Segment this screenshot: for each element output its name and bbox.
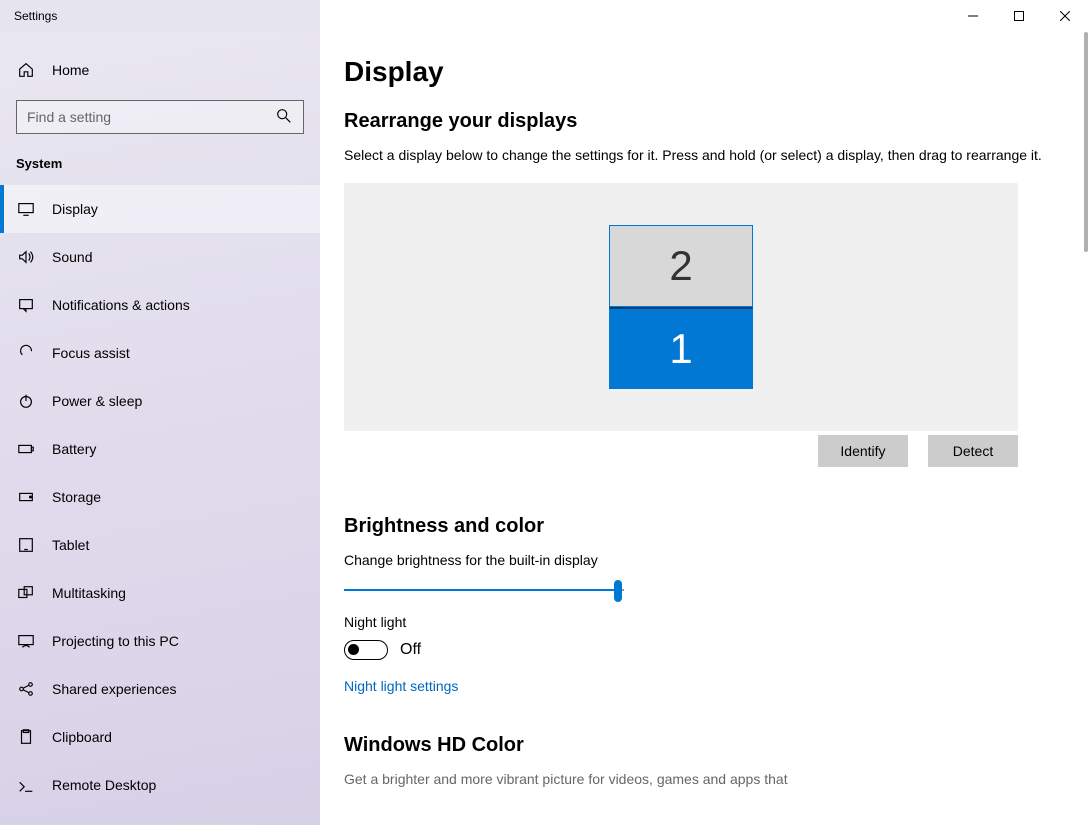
notifications-icon bbox=[16, 295, 36, 315]
page-title: Display bbox=[344, 56, 1064, 88]
nav-label: Sound bbox=[52, 249, 92, 265]
display-arrangement-area[interactable]: 2 1 bbox=[344, 183, 1018, 431]
home-label: Home bbox=[52, 62, 89, 78]
slider-fill bbox=[344, 589, 618, 591]
nav-label: Power & sleep bbox=[52, 393, 142, 409]
content-pane: Display Rearrange your displays Select a… bbox=[320, 32, 1088, 825]
nav-storage[interactable]: Storage bbox=[0, 473, 320, 521]
nav-label: Multitasking bbox=[52, 585, 126, 601]
toggle-knob bbox=[348, 644, 359, 655]
brightness-heading: Brightness and color bbox=[344, 515, 1064, 538]
search-box[interactable] bbox=[16, 100, 304, 134]
rearrange-heading: Rearrange your displays bbox=[344, 110, 1064, 133]
search-input[interactable] bbox=[27, 109, 275, 125]
multitasking-icon bbox=[16, 583, 36, 603]
nav-remote-desktop[interactable]: Remote Desktop bbox=[0, 761, 320, 809]
clipboard-icon bbox=[16, 727, 36, 747]
brightness-slider-label: Change brightness for the built-in displ… bbox=[344, 552, 1064, 568]
home-icon bbox=[16, 60, 36, 80]
focus-assist-icon bbox=[16, 343, 36, 363]
monitor-1[interactable]: 1 bbox=[609, 307, 753, 389]
shared-icon bbox=[16, 679, 36, 699]
sound-icon bbox=[16, 247, 36, 267]
nav-clipboard[interactable]: Clipboard bbox=[0, 713, 320, 761]
nav-label: Shared experiences bbox=[52, 681, 177, 697]
nav-multitasking[interactable]: Multitasking bbox=[0, 569, 320, 617]
slider-thumb[interactable] bbox=[614, 580, 622, 602]
display-buttons: Identify Detect bbox=[344, 435, 1018, 467]
nav-battery[interactable]: Battery bbox=[0, 425, 320, 473]
nav-label: Clipboard bbox=[52, 729, 112, 745]
remote-desktop-icon bbox=[16, 775, 36, 795]
nav-projecting[interactable]: Projecting to this PC bbox=[0, 617, 320, 665]
nav-notifications[interactable]: Notifications & actions bbox=[0, 281, 320, 329]
nav-power-sleep[interactable]: Power & sleep bbox=[0, 377, 320, 425]
brightness-slider[interactable] bbox=[344, 578, 624, 602]
nav-label: Battery bbox=[52, 441, 96, 457]
identify-button[interactable]: Identify bbox=[818, 435, 908, 467]
nav-sound[interactable]: Sound bbox=[0, 233, 320, 281]
maximize-button[interactable] bbox=[996, 0, 1042, 32]
night-light-settings-link[interactable]: Night light settings bbox=[344, 678, 1064, 694]
nav-label: Remote Desktop bbox=[52, 777, 156, 793]
night-light-state: Off bbox=[400, 641, 421, 659]
battery-icon bbox=[16, 439, 36, 459]
nav-label: Notifications & actions bbox=[52, 297, 190, 313]
nav-label: Projecting to this PC bbox=[52, 633, 179, 649]
nav-tablet[interactable]: Tablet bbox=[0, 521, 320, 569]
rearrange-desc: Select a display below to change the set… bbox=[344, 147, 1064, 163]
display-icon bbox=[16, 199, 36, 219]
category-label: System bbox=[0, 134, 320, 185]
nav-shared-experiences[interactable]: Shared experiences bbox=[0, 665, 320, 713]
nav-focus-assist[interactable]: Focus assist bbox=[0, 329, 320, 377]
detect-button[interactable]: Detect bbox=[928, 435, 1018, 467]
scrollbar[interactable] bbox=[1084, 32, 1088, 252]
nav-display[interactable]: Display bbox=[0, 185, 320, 233]
titlebar: Settings bbox=[0, 0, 1088, 32]
nav-list: Display Sound Notifications & actions Fo… bbox=[0, 185, 320, 809]
display-stack: 2 1 bbox=[609, 225, 753, 389]
sidebar: Home System Display Sound Notifications … bbox=[0, 32, 320, 825]
hdcolor-heading: Windows HD Color bbox=[344, 734, 1064, 757]
search-icon bbox=[275, 107, 293, 128]
window-title: Settings bbox=[0, 9, 57, 23]
tablet-icon bbox=[16, 535, 36, 555]
nav-label: Display bbox=[52, 201, 98, 217]
window-controls bbox=[950, 0, 1088, 32]
storage-icon bbox=[16, 487, 36, 507]
monitor-2[interactable]: 2 bbox=[609, 225, 753, 307]
night-light-toggle-row: Off bbox=[344, 640, 1064, 660]
projecting-icon bbox=[16, 631, 36, 651]
nav-label: Storage bbox=[52, 489, 101, 505]
power-icon bbox=[16, 391, 36, 411]
close-button[interactable] bbox=[1042, 0, 1088, 32]
minimize-button[interactable] bbox=[950, 0, 996, 32]
night-light-toggle[interactable] bbox=[344, 640, 388, 660]
night-light-label: Night light bbox=[344, 614, 1064, 630]
nav-label: Tablet bbox=[52, 537, 89, 553]
hdcolor-desc: Get a brighter and more vibrant picture … bbox=[344, 771, 1064, 787]
home-nav[interactable]: Home bbox=[0, 48, 320, 92]
nav-label: Focus assist bbox=[52, 345, 130, 361]
